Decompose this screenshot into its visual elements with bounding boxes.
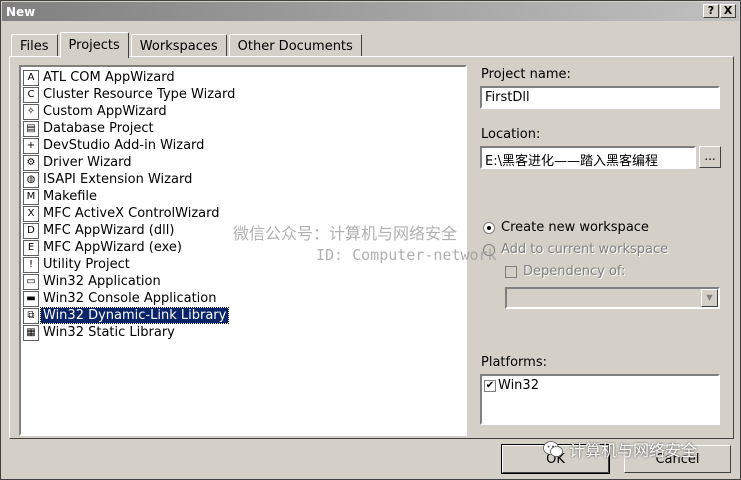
platforms-label: Platforms: <box>481 355 547 370</box>
activex-icon: X <box>23 205 39 222</box>
list-item[interactable]: D MFC AppWizard (dll) <box>23 222 176 239</box>
list-item-label: Win32 Dynamic-Link Library <box>39 307 230 324</box>
makefile-icon: M <box>23 188 39 205</box>
database-icon: ▤ <box>23 120 39 137</box>
list-item-label: Database Project <box>43 121 154 136</box>
location-label: Location: <box>481 127 541 142</box>
add-to-workspace-radio[interactable]: Add to current workspace <box>483 242 668 257</box>
tab-workspaces[interactable]: Workspaces <box>130 34 227 57</box>
help-button[interactable]: ? <box>703 4 719 18</box>
list-item-label: Makefile <box>43 189 98 204</box>
list-item[interactable]: A ATL COM AppWizard <box>23 69 177 86</box>
list-item[interactable]: C Cluster Resource Type Wizard <box>23 86 237 103</box>
dependency-checkbox[interactable]: Dependency of: <box>505 264 625 279</box>
create-workspace-label: Create new workspace <box>501 220 649 235</box>
list-item-label: Utility Project <box>43 257 130 272</box>
list-item[interactable]: E MFC AppWizard (exe) <box>23 239 184 256</box>
tab-projects[interactable]: Projects <box>59 32 129 58</box>
tab-other-documents[interactable]: Other Documents <box>228 34 362 57</box>
list-item[interactable]: ! Utility Project <box>23 256 132 273</box>
checkbox-checked-icon: ✔ <box>484 379 496 392</box>
wizard-icon: ✧ <box>23 103 39 120</box>
list-item-label: DevStudio Add-in Wizard <box>43 138 205 153</box>
window-icon: ▭ <box>23 273 39 290</box>
watermark-brand: 计算机与网络安全 <box>543 437 697 461</box>
watermark-line1: 微信公众号：计算机与网络安全 <box>233 224 458 243</box>
tab-files[interactable]: Files <box>11 34 58 57</box>
list-item[interactable]: ⧉ Win32 Dynamic-Link Library <box>23 307 230 324</box>
cluster-icon: C <box>23 86 39 103</box>
tab-strip: Files Projects Workspaces Other Document… <box>11 31 364 58</box>
new-dialog: New ? X Files Projects Workspaces Other … <box>0 0 741 480</box>
list-item-label: MFC AppWizard (exe) <box>43 240 182 255</box>
list-item-label: Custom AppWizard <box>43 104 167 119</box>
mfc-dll-icon: D <box>23 222 39 239</box>
list-item[interactable]: ▭ Win32 Application <box>23 273 163 290</box>
list-item[interactable]: ◍ ISAPI Extension Wizard <box>23 171 194 188</box>
list-item[interactable]: + DevStudio Add-in Wizard <box>23 137 206 154</box>
location-input[interactable]: E:\黑客进化——踏入黑客编程 <box>480 146 696 169</box>
dependency-combo[interactable]: ▼ <box>505 287 720 309</box>
list-item[interactable]: M Makefile <box>23 188 99 205</box>
dll-icon: ⧉ <box>23 307 39 324</box>
list-item-label: Cluster Resource Type Wizard <box>43 87 236 102</box>
browse-button[interactable]: ... <box>699 146 721 168</box>
list-item-label: ISAPI Extension Wizard <box>43 172 193 187</box>
list-item[interactable]: ▦ Win32 Static Library <box>23 324 177 341</box>
library-icon: ▦ <box>23 324 39 341</box>
list-item[interactable]: ✧ Custom AppWizard <box>23 103 169 120</box>
list-item-label: MFC ActiveX ControlWizard <box>43 206 220 221</box>
list-item-label: Driver Wizard <box>43 155 132 170</box>
radio-selected-icon <box>483 221 495 234</box>
project-name-label: Project name: <box>481 67 571 82</box>
watermark-brand-text: 计算机与网络安全 <box>569 441 698 460</box>
add-to-workspace-label: Add to current workspace <box>501 242 669 257</box>
wechat-logo-icon <box>543 441 563 457</box>
platform-label: Win32 <box>498 378 539 393</box>
utility-icon: ! <box>23 256 39 273</box>
list-item-label: MFC AppWizard (dll) <box>43 223 175 238</box>
list-item-label: Win32 Console Application <box>43 291 217 306</box>
globe-icon: ◍ <box>23 171 39 188</box>
atl-icon: A <box>23 69 39 86</box>
list-item[interactable]: ▬ Win32 Console Application <box>23 290 218 307</box>
list-item-label: ATL COM AppWizard <box>43 70 175 85</box>
chevron-down-icon[interactable]: ▼ <box>701 289 718 307</box>
title-bar[interactable]: New ? X <box>2 2 739 21</box>
window-title: New <box>6 4 36 19</box>
console-icon: ▬ <box>23 290 39 307</box>
platform-item-win32[interactable]: ✔ Win32 <box>482 376 718 395</box>
dependency-label: Dependency of: <box>523 264 626 279</box>
watermark-line2: ID: Computer-network <box>316 246 497 264</box>
list-item-label: Win32 Static Library <box>43 325 175 340</box>
close-button[interactable]: X <box>720 4 736 18</box>
driver-icon: ⚙ <box>23 154 39 171</box>
list-item[interactable]: ▤ Database Project <box>23 120 156 137</box>
list-item-label: Win32 Application <box>43 274 161 289</box>
project-name-input[interactable]: FirstDll <box>480 86 720 109</box>
mfc-exe-icon: E <box>23 239 39 256</box>
checkbox-empty-icon <box>505 265 517 278</box>
platforms-list[interactable]: ✔ Win32 <box>480 374 720 425</box>
list-item[interactable]: ⚙ Driver Wizard <box>23 154 133 171</box>
create-workspace-radio[interactable]: Create new workspace <box>483 220 649 235</box>
list-item[interactable]: X MFC ActiveX ControlWizard <box>23 205 221 222</box>
addin-icon: + <box>23 137 39 154</box>
